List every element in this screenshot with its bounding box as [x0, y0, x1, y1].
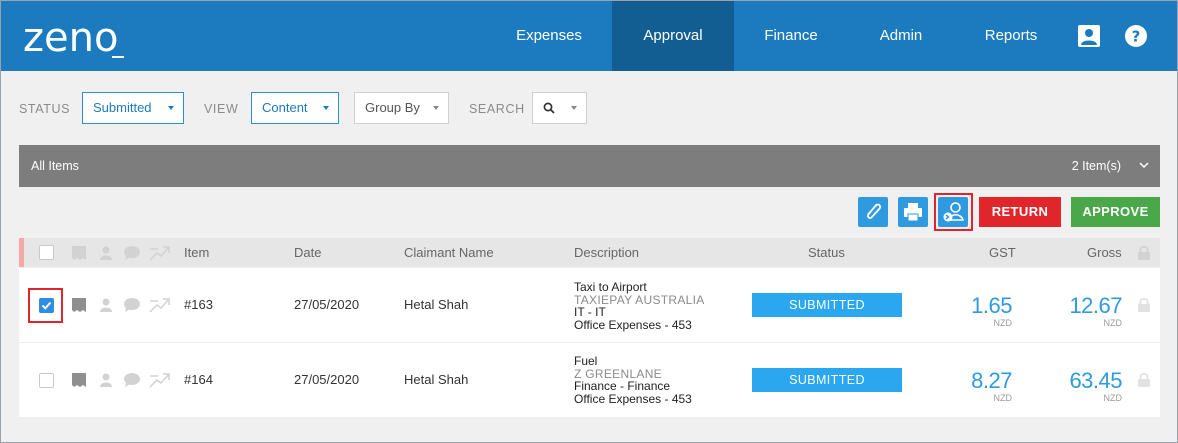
gst-currency: NZD — [993, 393, 1013, 403]
svg-text:zeno: zeno — [23, 15, 118, 59]
chevron-down-icon — [571, 106, 577, 110]
row-checkbox[interactable] — [39, 373, 54, 388]
description-account: Office Expenses - 453 — [574, 317, 692, 332]
help-icon[interactable]: ? — [1124, 24, 1148, 48]
return-button[interactable]: RETURN — [979, 197, 1061, 227]
approve-button[interactable]: APPROVE — [1071, 197, 1160, 227]
select-all-checkbox[interactable] — [39, 245, 54, 260]
search-filter-label: SEARCH — [469, 102, 525, 116]
comment-icon — [124, 373, 140, 387]
attach-button[interactable] — [858, 197, 888, 227]
status-dropdown[interactable]: Submitted — [82, 92, 184, 124]
checkmark-icon — [41, 301, 52, 310]
header-date[interactable]: Date — [294, 245, 321, 260]
header-accent — [19, 238, 24, 267]
user-icon[interactable] — [1077, 24, 1101, 48]
filter-bar: STATUS Submitted VIEW Content Group By S… — [1, 71, 1177, 145]
trend-icon — [149, 298, 170, 313]
group-header[interactable]: All Items 2 Item(s) — [19, 145, 1160, 187]
gross-currency: NZD — [1103, 318, 1123, 328]
paperclip-icon — [867, 203, 882, 219]
trend-icon — [149, 246, 170, 261]
gross-amount: 63.45 — [1069, 368, 1122, 393]
person-icon — [100, 246, 112, 260]
person-icon — [100, 298, 112, 312]
description-department: IT - IT — [574, 305, 606, 319]
receipt-icon — [72, 246, 86, 260]
person-icon — [100, 373, 112, 387]
forward-button-highlight — [934, 193, 973, 231]
item-number[interactable]: #164 — [184, 372, 213, 387]
comment-icon — [124, 298, 140, 312]
nav-approval[interactable]: Approval — [612, 1, 734, 71]
table-row[interactable]: #163 27/05/2020 Hetal Shah Taxi to Airpo… — [19, 268, 1160, 342]
header-gst[interactable]: GST — [989, 245, 1016, 260]
header-status[interactable]: Status — [808, 245, 845, 260]
status-badge: SUBMITTED — [752, 293, 902, 317]
gross-currency: NZD — [1103, 393, 1123, 403]
group-title: All Items — [31, 159, 79, 173]
comment-icon — [124, 246, 140, 260]
lock-icon — [1138, 372, 1150, 387]
claimant-name: Hetal Shah — [404, 372, 469, 387]
chevron-down-icon[interactable] — [1139, 162, 1149, 169]
item-number[interactable]: #163 — [184, 297, 213, 312]
item-count: 2 Item(s) — [1071, 159, 1121, 173]
group-by-dropdown[interactable]: Group By — [354, 92, 449, 124]
gross-amount: 12.67 — [1069, 293, 1122, 318]
item-date: 27/05/2020 — [294, 297, 360, 312]
header-gross[interactable]: Gross — [1087, 245, 1122, 260]
nav-finance[interactable]: Finance — [746, 1, 836, 71]
search-icon — [543, 102, 555, 114]
item-description: Fuel Z GREENLANE Finance - Finance Offic… — [574, 355, 692, 405]
description-account: Office Expenses - 453 — [574, 391, 692, 406]
item-date: 27/05/2020 — [294, 372, 360, 387]
table-row[interactable]: #164 27/05/2020 Hetal Shah Fuel Z GREENL… — [19, 343, 1160, 417]
status-badge: SUBMITTED — [752, 368, 902, 392]
printer-icon — [904, 203, 922, 222]
chevron-down-icon — [323, 106, 329, 110]
nav-expenses[interactable]: Expenses — [498, 1, 600, 71]
chevron-down-icon — [168, 106, 174, 110]
receipt-icon[interactable] — [71, 297, 87, 313]
view-dropdown-value: Content — [262, 100, 308, 115]
claimant-name: Hetal Shah — [404, 297, 469, 312]
lock-icon — [1138, 245, 1150, 260]
chevron-down-icon — [433, 106, 439, 110]
group-by-value: Group By — [365, 100, 420, 115]
receipt-icon[interactable] — [71, 372, 87, 388]
trend-icon — [149, 373, 170, 388]
status-filter-label: STATUS — [19, 102, 71, 116]
gst-amount: 8.27 — [971, 368, 1012, 393]
print-button[interactable] — [898, 197, 928, 227]
gst-amount: 1.65 — [971, 293, 1012, 318]
lock-icon — [1138, 297, 1150, 312]
description-title: Fuel — [574, 354, 598, 368]
svg-text:?: ? — [1132, 28, 1141, 46]
view-dropdown[interactable]: Content — [251, 92, 339, 124]
gst-currency: NZD — [993, 318, 1013, 328]
zeno-logo[interactable]: zeno — [23, 15, 143, 59]
description-department: Finance - Finance — [574, 379, 671, 393]
view-filter-label: VIEW — [204, 102, 239, 116]
search-dropdown[interactable] — [532, 92, 587, 124]
table-header: Item Date Claimant Name Description Stat… — [19, 238, 1160, 267]
header-claimant[interactable]: Claimant Name — [404, 245, 494, 260]
description-title: Taxi to Airport — [574, 280, 647, 294]
item-description: Taxi to Airport TAXIEPAY AUSTRALIA IT - … — [574, 281, 705, 331]
header-description[interactable]: Description — [574, 245, 639, 260]
row-checkbox[interactable] — [39, 298, 54, 313]
top-navbar: zeno Expenses Approval Finance Admin Rep… — [1, 1, 1177, 71]
nav-reports[interactable]: Reports — [961, 1, 1061, 71]
status-dropdown-value: Submitted — [93, 100, 152, 115]
app-frame: zeno Expenses Approval Finance Admin Rep… — [0, 0, 1178, 443]
header-item[interactable]: Item — [184, 245, 209, 260]
nav-admin[interactable]: Admin — [861, 1, 941, 71]
